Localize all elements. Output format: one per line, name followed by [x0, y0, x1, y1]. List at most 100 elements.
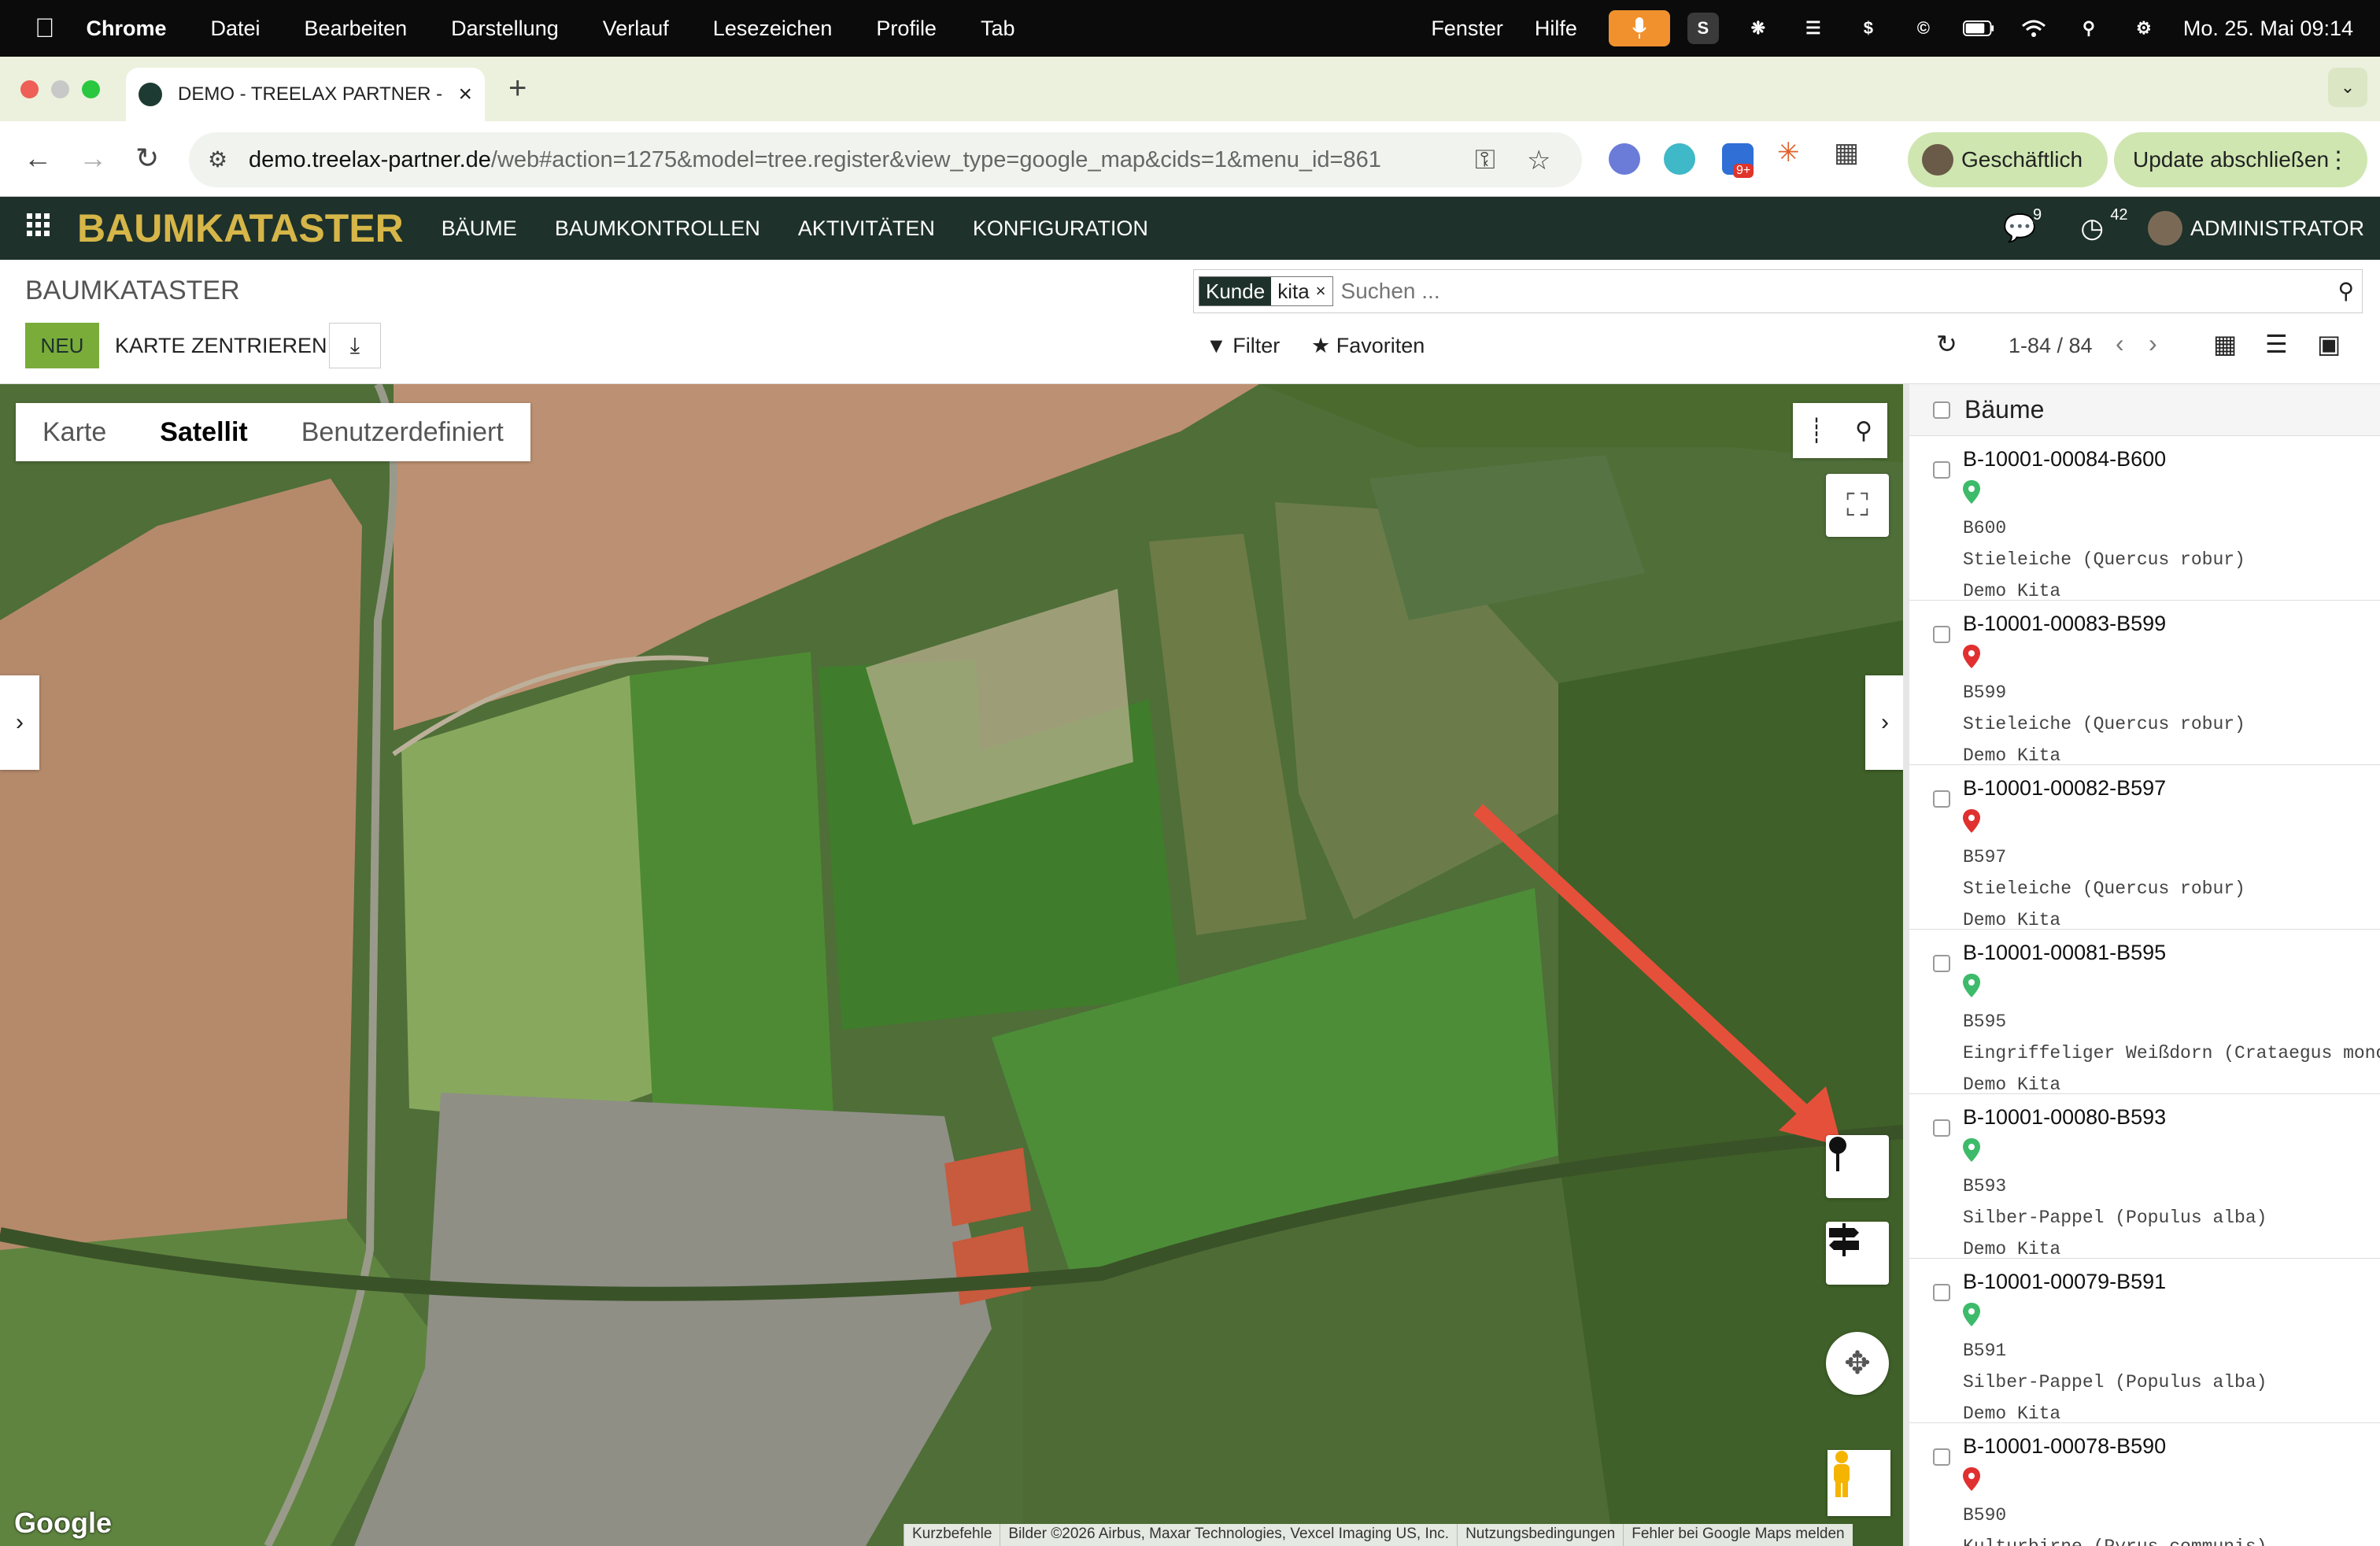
fullscreen-icon[interactable]: ⛶ [1826, 474, 1889, 537]
menu-verlauf[interactable]: Verlauf [603, 17, 669, 41]
search-icon[interactable]: ⚲ [2338, 278, 2354, 304]
tab-close-icon[interactable]: × [458, 81, 472, 108]
list-item-checkbox[interactable] [1933, 955, 1950, 972]
dollar-status-icon[interactable]: $ [1853, 13, 1884, 44]
status-s-icon[interactable]: S [1687, 13, 1719, 44]
site-info-icon[interactable]: ⚙ [208, 146, 227, 172]
search-facet[interactable]: Kunde kita × [1199, 276, 1333, 306]
new-tab-icon[interactable]: + [508, 71, 527, 106]
forward-arrow-icon[interactable]: → [79, 142, 107, 175]
right-panel-toggle-chevron-icon[interactable]: › [1865, 675, 1903, 770]
back-arrow-icon[interactable]: ← [24, 142, 52, 175]
list-item[interactable]: B-10001-00080-B593 B593 Silber-Pappel (Pop… [1909, 1094, 2380, 1259]
extension-sync-icon[interactable] [1664, 143, 1695, 175]
activities-clock-icon[interactable]: ◷ 42 [2080, 206, 2128, 244]
center-map-button[interactable]: KARTE ZENTRIEREN [115, 334, 327, 358]
menu-datei[interactable]: Datei [211, 17, 261, 41]
nav-baumkontrollen[interactable]: BAUMKONTROLLEN [555, 216, 760, 241]
map-view-icon[interactable]: ▦ [2213, 329, 2237, 359]
menu-lesezeichen[interactable]: Lesezeichen [713, 17, 833, 41]
map-type-karte[interactable]: Karte [16, 403, 133, 461]
update-button[interactable]: Update abschließen ⋮ [2114, 132, 2367, 187]
list-item[interactable]: B-10001-00083-B599 B599 Stieleiche (Quercu… [1909, 601, 2380, 766]
refresh-icon[interactable]: ↻ [1936, 329, 1957, 359]
extension-badge-icon[interactable]: 9+ [1722, 143, 1754, 178]
list-item[interactable]: B-10001-00084-B600 B600 Stieleiche (Quercu… [1909, 436, 2380, 601]
favorites-button[interactable]: ★ Favoriten [1311, 334, 1425, 358]
list-item-checkbox[interactable] [1933, 790, 1950, 808]
minimize-window-button[interactable] [51, 80, 69, 98]
nav-aktivitaeten[interactable]: AKTIVITÄTEN [798, 216, 935, 241]
menubar-datetime[interactable]: Mo. 25. Mai 09:14 [2183, 17, 2353, 41]
map-search-input[interactable]: ┊ [1793, 403, 1840, 458]
map-pan-control-icon[interactable]: ✥ [1826, 1332, 1889, 1395]
control-center-icon[interactable]: ⚙ [2128, 13, 2160, 44]
user-avatar[interactable] [2147, 211, 2182, 246]
extension-sparkle-icon[interactable]: ✳ [1777, 137, 1809, 168]
select-all-checkbox[interactable] [1933, 401, 1950, 419]
user-name[interactable]: ADMINISTRATOR [2190, 216, 2364, 241]
extensions-puzzle-icon[interactable]: ▦ [1834, 137, 1865, 168]
map-type-satellit[interactable]: Satellit [133, 403, 274, 461]
extension-fingerprint-icon[interactable] [1609, 143, 1640, 175]
list-item-checkbox[interactable] [1933, 1448, 1950, 1466]
menu-app-name[interactable]: Chrome [87, 17, 167, 41]
close-window-button[interactable] [20, 80, 39, 98]
search-bar[interactable]: Kunde kita × ⚲ [1193, 269, 2363, 313]
menu-hilfe[interactable]: Hilfe [1535, 17, 1577, 41]
list-item-checkbox[interactable] [1933, 1284, 1950, 1301]
menu-darstellung[interactable]: Darstellung [451, 17, 559, 41]
password-key-icon[interactable]: ⚿ [1475, 145, 1495, 176]
filter-button[interactable]: ▼ Filter [1206, 334, 1280, 358]
list-item[interactable]: B-10001-00081-B595 B595 Eingriffeliger Wei… [1909, 930, 2380, 1095]
new-button[interactable]: NEU [25, 323, 99, 368]
pager-next-icon[interactable]: › [2149, 329, 2157, 358]
list-item-checkbox[interactable] [1933, 461, 1950, 479]
copyright-status-icon[interactable]: © [1908, 13, 1939, 44]
facet-remove-icon[interactable]: × [1316, 281, 1332, 301]
menu-bearbeiten[interactable]: Bearbeiten [305, 17, 408, 41]
apple-menu-icon[interactable]:  [35, 13, 55, 44]
menu-profile[interactable]: Profile [876, 17, 937, 41]
pager-prev-icon[interactable]: ‹ [2116, 329, 2124, 358]
reload-icon[interactable]: ↻ [135, 142, 159, 175]
spotlight-search-icon[interactable]: ⚲ [2073, 13, 2105, 44]
route-signpost-icon[interactable] [1826, 1222, 1889, 1285]
map-search-control[interactable]: ┊ ⚲ [1793, 403, 1887, 458]
google-map[interactable]: Karte Satellit Benutzerdefiniert ┊ ⚲ ⛶ ›… [0, 384, 1903, 1546]
list-view-icon[interactable]: ☰ [2265, 329, 2288, 359]
list-item[interactable]: B-10001-00079-B591 B591 Silber-Pappel (Pop… [1909, 1259, 2380, 1424]
tab-search-chevron-icon[interactable]: ⌄ [2328, 68, 2367, 107]
map-type-benutzerdefiniert[interactable]: Benutzerdefiniert [275, 403, 530, 461]
microphone-icon[interactable] [1608, 10, 1670, 46]
attribution-terms[interactable]: Nutzungsbedingungen [1457, 1524, 1623, 1546]
map-search-icon[interactable]: ⚲ [1840, 403, 1887, 458]
list-item[interactable]: B-10001-00078-B590 B590 Kulturbirne (Pyrus… [1909, 1423, 2380, 1546]
map-pin-tool-icon[interactable] [1826, 1135, 1889, 1198]
address-bar[interactable]: ⚙ demo.treelax-partner.de/web#action=127… [189, 132, 1582, 187]
gear-status-icon[interactable]: ❋ [1743, 13, 1774, 44]
app-brand[interactable]: BAUMKATASTER [77, 205, 404, 251]
messages-icon[interactable]: 💬 9 [2003, 206, 2042, 244]
nav-konfiguration[interactable]: KONFIGURATION [973, 216, 1148, 241]
nav-baeume[interactable]: BÄUME [442, 216, 517, 241]
battery-icon[interactable] [1962, 13, 1994, 44]
list-item-checkbox[interactable] [1933, 626, 1950, 643]
wifi-icon[interactable] [2018, 13, 2049, 44]
bookmark-star-icon[interactable]: ☆ [1527, 145, 1550, 176]
kanban-view-icon[interactable]: ▣ [2317, 329, 2341, 359]
list-item[interactable]: B-10001-00082-B597 B597 Stieleiche (Quercu… [1909, 765, 2380, 930]
menu-tab[interactable]: Tab [981, 17, 1015, 41]
zoom-window-button[interactable] [82, 80, 100, 98]
browser-tab-active[interactable]: DEMO - TREELAX PARTNER - × [126, 68, 485, 121]
search-input[interactable] [1340, 279, 2207, 304]
download-icon[interactable]: ⤓ [329, 323, 381, 368]
menu-fenster[interactable]: Fenster [1431, 17, 1503, 41]
pager-value[interactable]: 1-84 / 84 [2009, 334, 2093, 358]
apps-grid-icon[interactable] [27, 213, 50, 244]
list-item-checkbox[interactable] [1933, 1119, 1950, 1137]
attribution-report[interactable]: Fehler bei Google Maps melden [1623, 1524, 1852, 1546]
profile-button[interactable]: Geschäftlich [1908, 132, 2108, 187]
layers-status-icon[interactable]: ☰ [1798, 13, 1829, 44]
street-view-pegman-icon[interactable] [1828, 1450, 1890, 1516]
